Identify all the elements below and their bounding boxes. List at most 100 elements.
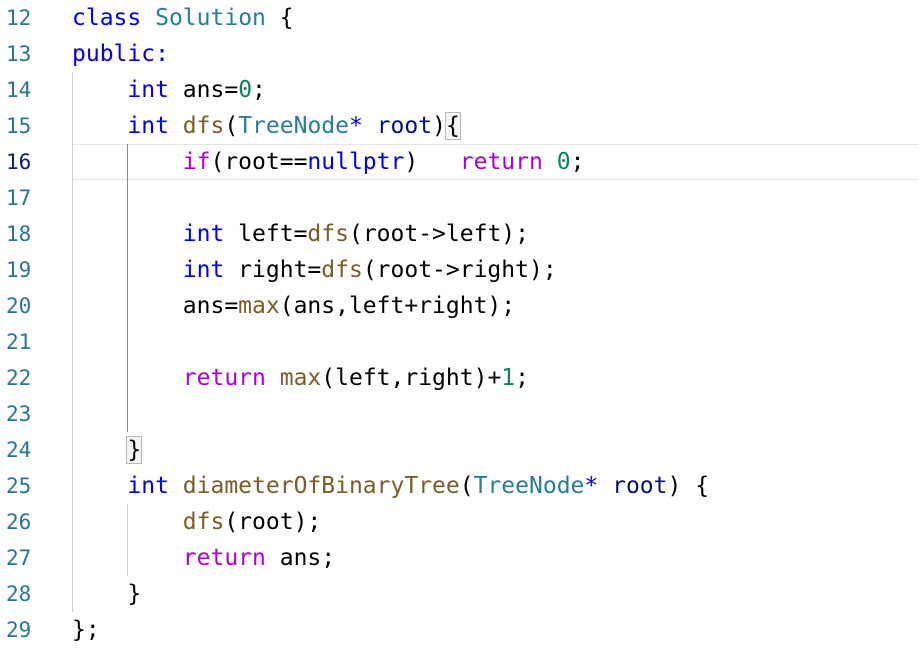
code-token: (root); bbox=[224, 509, 322, 535]
code-line[interactable]: 15 int dfs(TreeNode* root){ bbox=[0, 108, 919, 144]
line-number: 22 bbox=[6, 366, 32, 390]
line-number: 15 bbox=[6, 114, 32, 138]
code-token: left= bbox=[224, 221, 308, 247]
code-text[interactable]: int ans=0; bbox=[72, 72, 266, 108]
code-line[interactable]: 20 ans=max(ans,left+right); bbox=[0, 288, 919, 324]
code-text[interactable]: dfs(root); bbox=[72, 504, 321, 540]
code-token: (root->right); bbox=[362, 257, 557, 283]
line-number: 25 bbox=[6, 474, 32, 498]
code-token: right= bbox=[224, 257, 322, 283]
code-token: int bbox=[127, 113, 169, 139]
code-text[interactable]: public: bbox=[72, 36, 169, 72]
line-number: 21 bbox=[6, 330, 32, 354]
code-line[interactable]: 27 return ans; bbox=[0, 540, 919, 576]
code-token: return bbox=[182, 545, 266, 571]
code-line[interactable]: 23 bbox=[0, 396, 919, 432]
code-token: { bbox=[265, 5, 294, 31]
code-text[interactable]: } bbox=[72, 432, 143, 468]
code-token: (root== bbox=[210, 149, 308, 175]
code-token: ) bbox=[432, 113, 446, 139]
line-number: 27 bbox=[6, 546, 32, 570]
code-token: 1 bbox=[501, 365, 516, 391]
line-number: 13 bbox=[6, 42, 32, 66]
matching-brace: { bbox=[444, 112, 461, 140]
code-token: dfs bbox=[307, 221, 349, 247]
code-token: return bbox=[459, 149, 543, 175]
code-token: ( bbox=[224, 113, 239, 139]
code-token: }; bbox=[72, 617, 100, 643]
code-text[interactable]: } bbox=[72, 576, 141, 612]
code-token: * bbox=[584, 473, 599, 499]
code-token: dfs bbox=[182, 509, 225, 535]
line-number: 19 bbox=[6, 258, 32, 282]
line-number: 17 bbox=[6, 186, 32, 210]
code-line[interactable]: 29}; bbox=[0, 612, 919, 648]
code-text[interactable]: int right=dfs(root->right); bbox=[72, 252, 557, 288]
code-token: dfs bbox=[182, 113, 225, 139]
code-token: public: bbox=[72, 41, 169, 67]
indent-guide bbox=[72, 72, 73, 612]
code-text[interactable]: class Solution { bbox=[72, 0, 294, 36]
code-token: int bbox=[127, 77, 169, 103]
code-text[interactable]: ans=max(ans,left+right); bbox=[72, 288, 515, 324]
code-text[interactable]: return max(left,right)+1; bbox=[72, 360, 529, 396]
code-line[interactable]: 14 int ans=0; bbox=[0, 72, 919, 108]
code-line[interactable]: 19 int right=dfs(root->right); bbox=[0, 252, 919, 288]
code-text[interactable]: return ans; bbox=[72, 540, 335, 576]
code-token: (root->left); bbox=[348, 221, 529, 247]
code-token: ans= bbox=[168, 77, 239, 103]
code-token: ans; bbox=[265, 545, 336, 571]
code-text[interactable]: int dfs(TreeNode* root){ bbox=[72, 108, 461, 144]
line-number: 20 bbox=[6, 294, 32, 318]
line-number: 26 bbox=[6, 510, 32, 534]
code-line[interactable]: 18 int left=dfs(root->left); bbox=[0, 216, 919, 252]
code-line[interactable]: 16 if(root==nullptr) return 0; bbox=[0, 144, 919, 180]
code-line[interactable]: 25 int diameterOfBinaryTree(TreeNode* ro… bbox=[0, 468, 919, 504]
code-token: root bbox=[376, 113, 433, 139]
line-number: 18 bbox=[6, 222, 32, 246]
code-token: (left,right)+ bbox=[321, 365, 502, 391]
code-text[interactable]: if(root==nullptr) return 0; bbox=[72, 144, 585, 180]
code-token: dfs bbox=[321, 257, 363, 283]
code-line[interactable]: 26 dfs(root); bbox=[0, 504, 919, 540]
code-token: max bbox=[279, 365, 322, 391]
code-token: ans= bbox=[72, 293, 239, 319]
code-text[interactable]: int left=dfs(root->left); bbox=[72, 216, 529, 252]
code-text[interactable]: int diameterOfBinaryTree(TreeNode* root)… bbox=[72, 468, 709, 504]
line-number: 12 bbox=[6, 6, 32, 30]
code-token: if bbox=[182, 149, 211, 175]
code-line[interactable]: 17 bbox=[0, 180, 919, 216]
code-token: 0 bbox=[238, 77, 253, 103]
indent-guide bbox=[127, 144, 128, 432]
line-number: 14 bbox=[6, 78, 32, 102]
indent-guide bbox=[127, 504, 128, 576]
code-line[interactable]: 13 public: bbox=[0, 36, 919, 72]
code-token: 0 bbox=[556, 149, 571, 175]
code-editor[interactable]: 12 class Solution {13 public: 14 int ans=0;… bbox=[0, 0, 919, 667]
code-token: ; bbox=[515, 365, 530, 391]
code-line[interactable]: 12 class Solution { bbox=[0, 0, 919, 36]
code-token: nullptr bbox=[307, 149, 405, 175]
code-line[interactable]: 24 } bbox=[0, 432, 919, 468]
code-token: Solution bbox=[155, 5, 266, 31]
code-text[interactable]: }; bbox=[72, 612, 100, 648]
code-token: diameterOfBinaryTree bbox=[182, 473, 460, 499]
code-token: ; bbox=[252, 77, 266, 103]
line-number: 16 bbox=[6, 150, 32, 174]
code-token: ( bbox=[459, 473, 474, 499]
code-token: ) bbox=[404, 149, 460, 175]
code-line[interactable]: 22 return max(left,right)+1; bbox=[0, 360, 919, 396]
code-line[interactable]: 28 } bbox=[0, 576, 919, 612]
code-token: return bbox=[182, 365, 266, 391]
line-number: 23 bbox=[6, 402, 32, 426]
code-line[interactable]: 21 bbox=[0, 324, 919, 360]
code-token: ) { bbox=[667, 473, 710, 499]
